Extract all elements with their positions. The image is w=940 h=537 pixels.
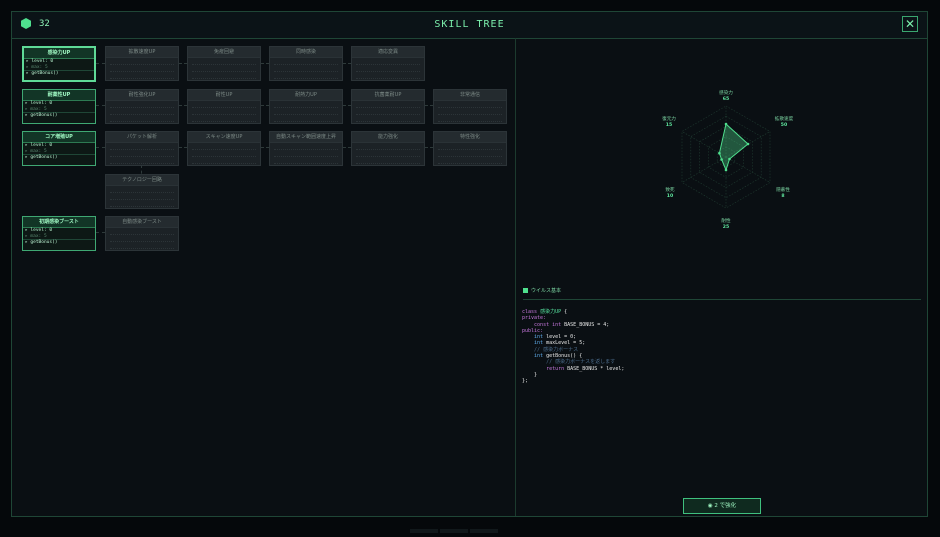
- radar-axis-label: 感染力: [719, 89, 733, 96]
- skill-node-title: 適応変異: [352, 47, 424, 58]
- skill-node-function: ▸ getBonus(): [24, 70, 94, 77]
- skill-node-drug-resistance-up[interactable]: 耐薬性UP ▸ level: 0 ▸ max: 5 ▸ getBonus(): [22, 89, 96, 124]
- radar-axis-label: 隠蔽性: [776, 186, 790, 193]
- skill-node-locked[interactable]: 耐性UP: [187, 89, 261, 124]
- radar-axis-label: 耐性: [721, 217, 731, 224]
- skill-node-locked[interactable]: 抗菌薬耐UP: [351, 89, 425, 124]
- skill-node-title: テクノロジー回路: [106, 175, 178, 186]
- skill-node-locked[interactable]: 能力強化: [351, 131, 425, 166]
- section-divider: [523, 299, 921, 300]
- skill-node-title: 能力強化: [352, 132, 424, 143]
- skill-node-title: コア増殖UP: [23, 132, 95, 143]
- tree-connector: [96, 63, 105, 65]
- radar-axis-value: 8: [781, 193, 784, 199]
- tree-connector: [343, 63, 351, 65]
- skill-node-locked[interactable]: 拡散速度UP: [105, 46, 179, 81]
- close-button[interactable]: ✕: [902, 16, 918, 32]
- skill-node-locked[interactable]: 自動スキャン範囲速度上昇: [269, 131, 343, 166]
- skill-node-locked[interactable]: 適応変異: [351, 46, 425, 81]
- radar-point: [746, 142, 750, 146]
- skill-node-title: 抗菌薬耐UP: [352, 90, 424, 101]
- radar-axis-value: 25: [723, 224, 729, 230]
- skill-tree-pane: 感染力UP ▸ level: 0 ▸ max: 5 ▸ getBonus() 耐…: [12, 38, 515, 516]
- bottom-indicator: [410, 518, 530, 533]
- tree-connector: [96, 105, 105, 107]
- legend-swatch: [523, 288, 528, 293]
- stat-radar-chart: 感染力 65 拡散速度 50 隠蔽性 8 耐性 25 致死 10 復元力 15: [662, 89, 794, 230]
- radar-axis-value: 15: [666, 122, 672, 128]
- skill-tree-window: 32 SKILL TREE ✕ 感染力UP ▸ level: 0 ▸ max: …: [11, 11, 928, 517]
- skill-node-initial-infection-boost[interactable]: 初期感染ブースト ▸ level: 0 ▸ max: 5 ▸ getBonus(…: [22, 216, 96, 251]
- radar-point: [728, 157, 731, 161]
- radar-axis-value: 10: [667, 193, 673, 199]
- radar-point: [724, 122, 728, 126]
- skill-node-core-growth-up[interactable]: コア増殖UP ▸ level: 0 ▸ max: 5 ▸ getBonus(): [22, 131, 96, 166]
- tree-connector: [96, 232, 105, 234]
- skill-node-title: 非常通信: [434, 90, 506, 101]
- skill-node-title: 感染力UP: [24, 48, 94, 59]
- skill-node-title: 初期感染ブースト: [23, 217, 95, 228]
- tree-connector: [425, 147, 433, 149]
- tree-connector: [179, 147, 187, 149]
- skill-node-title: 耐熱力UP: [270, 90, 342, 101]
- radar-point: [720, 158, 723, 161]
- skill-node-locked[interactable]: 特性強化: [433, 131, 507, 166]
- tree-connector: [261, 147, 269, 149]
- tree-connector: [425, 105, 433, 107]
- radar-axis-line: [681, 156, 727, 183]
- skill-node-locked[interactable]: スキャン速度UP: [187, 131, 261, 166]
- skill-node-function: ▸ getBonus(): [23, 154, 95, 161]
- radar-axis-label: 致死: [665, 186, 675, 193]
- skill-node-title: スキャン速度UP: [188, 132, 260, 143]
- radar-point: [718, 151, 721, 155]
- skill-node-locked[interactable]: テクノロジー回路: [105, 174, 179, 209]
- radar-axis-label: 復元力: [662, 115, 676, 122]
- skill-node-function: ▸ getBonus(): [23, 112, 95, 119]
- skill-node-title: 耐性UP: [188, 90, 260, 101]
- skill-node-title: 特性強化: [434, 132, 506, 143]
- tree-connector: [261, 105, 269, 107]
- skill-node-title: 自動スキャン範囲速度上昇: [270, 132, 342, 143]
- skill-node-locked[interactable]: 非常通信: [433, 89, 507, 124]
- skill-node-infection-up[interactable]: 感染力UP ▸ level: 0 ▸ max: 5 ▸ getBonus(): [22, 46, 96, 82]
- upgrade-button[interactable]: ◉ 2 で強化: [683, 498, 761, 514]
- top-bar: 32 SKILL TREE ✕: [12, 12, 927, 39]
- detail-pane: 感染力 65 拡散速度 50 隠蔽性 8 耐性 25 致死 10 復元力 15 …: [516, 38, 927, 516]
- tree-connector: [179, 105, 187, 107]
- skill-node-locked[interactable]: 免疫回避: [187, 46, 261, 81]
- skill-node-locked[interactable]: 同時感染: [269, 46, 343, 81]
- tree-connector: [96, 147, 105, 149]
- legend-label: ウイルス基本: [531, 288, 562, 294]
- skill-node-title: 拡散速度UP: [106, 47, 178, 58]
- radar-point: [724, 168, 728, 172]
- skill-node-locked[interactable]: 耐熱力UP: [269, 89, 343, 124]
- radar-axis-label: 拡散速度: [775, 115, 794, 122]
- tree-connector: [179, 63, 187, 65]
- skill-node-function: ▸ getBonus(): [23, 239, 95, 246]
- skill-node-locked[interactable]: 耐性強化UP: [105, 89, 179, 124]
- tree-connector: [343, 105, 351, 107]
- skill-node-title: パケット解析: [106, 132, 178, 143]
- skill-node-title: 同時感染: [270, 47, 342, 58]
- tree-connector: [261, 63, 269, 65]
- page-title: SKILL TREE: [434, 19, 505, 30]
- skill-node-locked[interactable]: 自動感染ブースト: [105, 216, 179, 251]
- skill-node-locked[interactable]: パケット解析: [105, 131, 179, 166]
- skill-node-title: 免疫回避: [188, 47, 260, 58]
- radar-axis-line: [725, 156, 771, 183]
- radar-axis-value: 50: [781, 122, 787, 128]
- code-viewer: class 感染力UP { private: const int BASE_BO…: [522, 309, 625, 385]
- skill-node-title: 自動感染ブースト: [106, 217, 178, 228]
- skill-node-title: 耐性強化UP: [106, 90, 178, 101]
- tree-connector: [343, 147, 351, 149]
- skill-node-title: 耐薬性UP: [23, 90, 95, 101]
- chart-legend: ウイルス基本: [523, 287, 561, 294]
- radar-axis-value: 65: [723, 96, 729, 102]
- close-icon: ✕: [904, 17, 916, 31]
